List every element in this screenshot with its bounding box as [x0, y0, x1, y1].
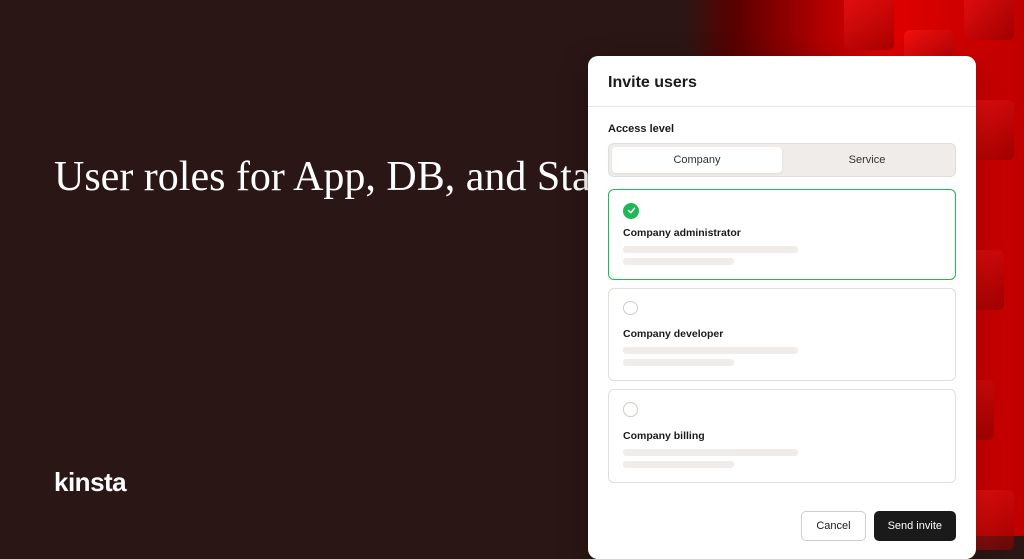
role-title: Company developer [623, 328, 941, 340]
logo-text: kinsta [54, 467, 126, 497]
brand-logo: kinsta [54, 467, 126, 498]
role-option-company-developer[interactable]: Company developer [608, 288, 956, 382]
role-option-company-administrator[interactable]: Company administrator [608, 189, 956, 280]
role-title: Company administrator [623, 227, 941, 239]
skeleton-line [623, 347, 798, 354]
send-invite-button[interactable]: Send invite [874, 511, 956, 541]
modal-footer: Cancel Send invite [588, 505, 976, 559]
radio-selected [623, 203, 639, 219]
access-level-tabs: Company Service [608, 143, 956, 177]
check-icon [627, 206, 636, 215]
invite-users-modal: Invite users Access level Company Servic… [588, 56, 976, 559]
skeleton-line [623, 359, 734, 366]
role-option-company-billing[interactable]: Company billing [608, 389, 956, 483]
modal-header: Invite users [588, 56, 976, 107]
skeleton-line [623, 258, 734, 265]
skeleton-line [623, 246, 798, 253]
role-title: Company billing [623, 430, 941, 442]
radio-unselected [623, 402, 638, 417]
tab-service[interactable]: Service [782, 147, 952, 173]
skeleton-line [623, 461, 734, 468]
modal-body: Access level Company Service Company adm… [588, 107, 976, 505]
access-level-label: Access level [608, 123, 956, 135]
tab-company[interactable]: Company [612, 147, 782, 173]
skeleton-line [623, 449, 798, 456]
radio-unselected [623, 301, 638, 316]
cancel-button[interactable]: Cancel [801, 511, 865, 541]
modal-title: Invite users [608, 74, 956, 92]
